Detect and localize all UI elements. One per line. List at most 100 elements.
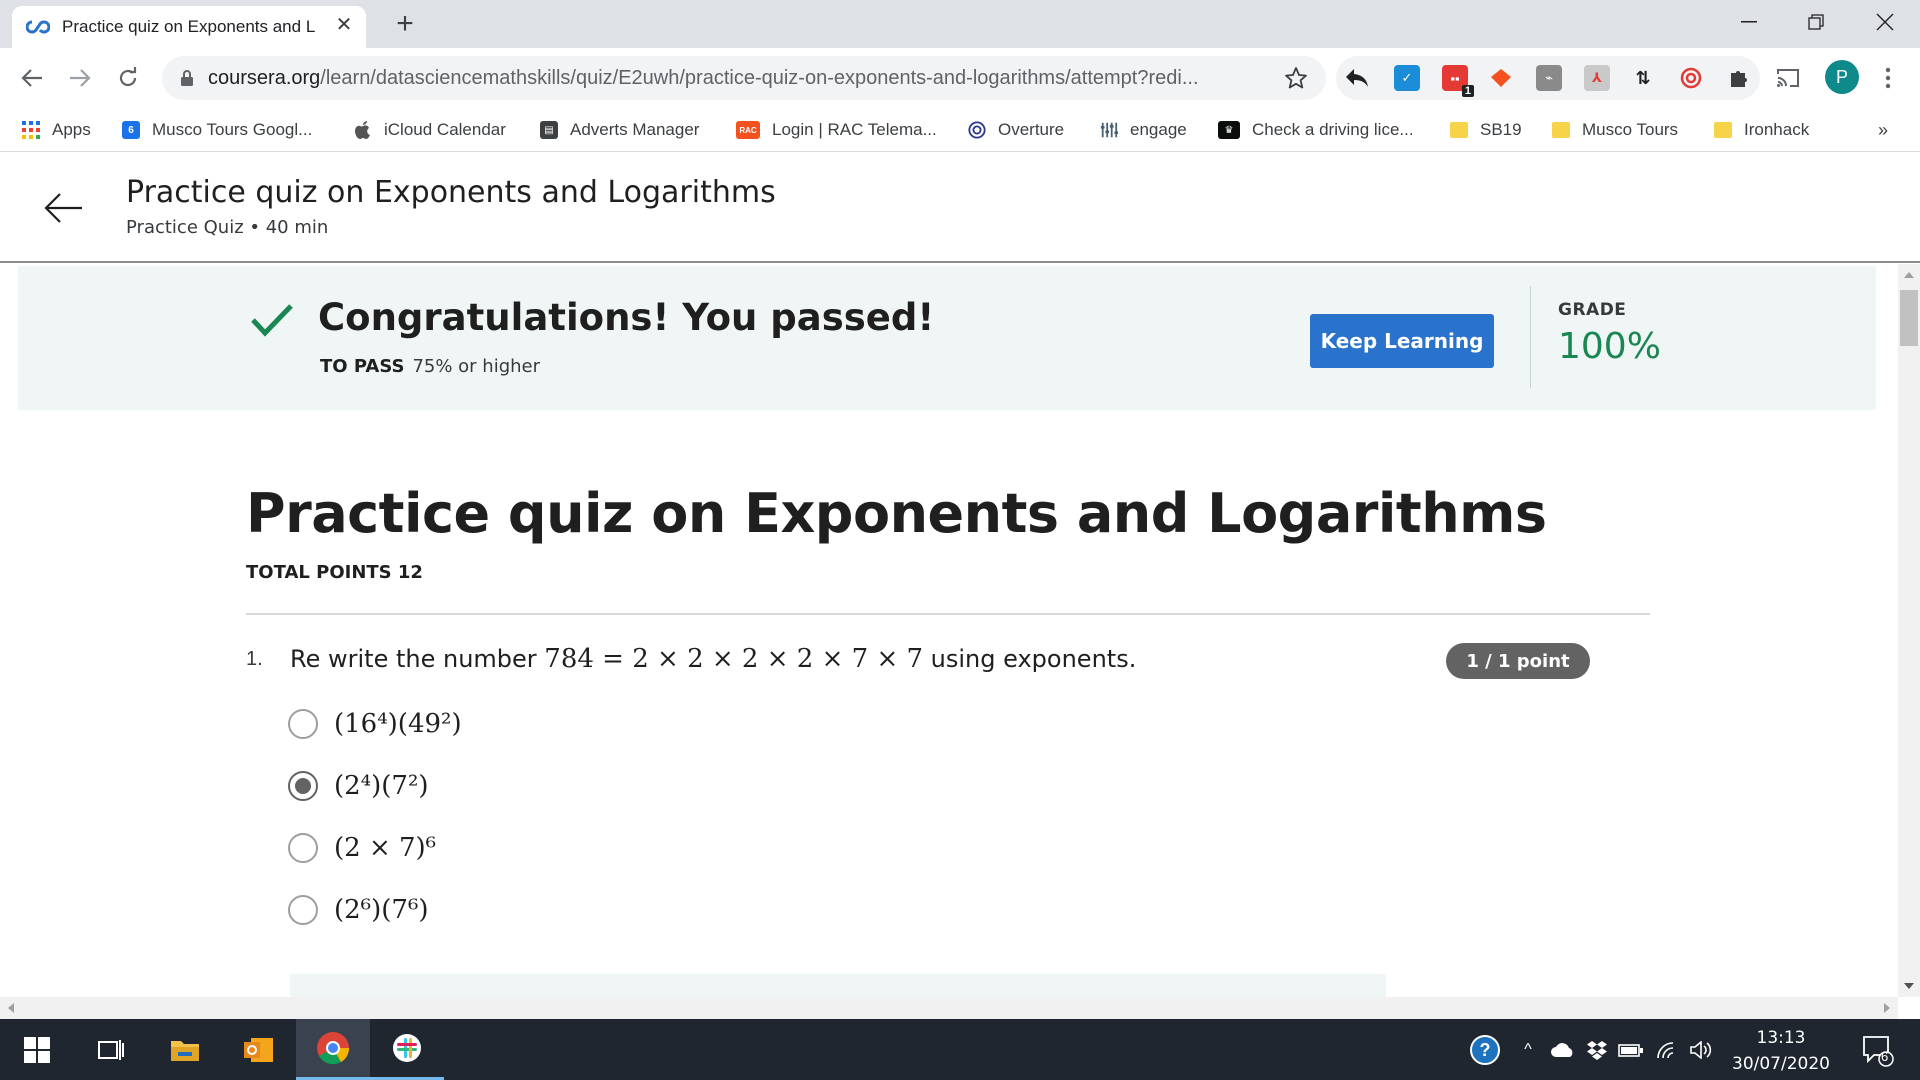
calendar-badge: 6 bbox=[128, 124, 134, 136]
outlook-icon[interactable] bbox=[222, 1019, 296, 1080]
back-icon[interactable] bbox=[12, 58, 52, 98]
bookmark-overture[interactable]: Overture bbox=[968, 116, 1064, 144]
back-arrow-icon[interactable] bbox=[40, 183, 90, 233]
svg-text:?: ? bbox=[1480, 1040, 1491, 1060]
new-tab-icon[interactable]: + bbox=[390, 9, 420, 40]
quiz-title: Practice quiz on Exponents and Logarithm… bbox=[246, 482, 1547, 545]
bookmark-folder-ironhack[interactable]: Ironhack bbox=[1714, 116, 1809, 144]
radio-button[interactable] bbox=[288, 895, 318, 925]
slack-icon[interactable] bbox=[370, 1019, 444, 1080]
bookmark-folder-sb19[interactable]: SB19 bbox=[1450, 116, 1522, 144]
question-text: Re write the number 784 = 2 × 2 × 2 × 2 … bbox=[290, 644, 1137, 674]
engage-icon bbox=[1100, 121, 1118, 139]
bookmark-icloud[interactable]: iCloud Calendar bbox=[354, 116, 506, 144]
to-pass-info: TO PASS 75% or higher bbox=[320, 356, 540, 377]
result-banner: Congratulations! You passed! TO PASS 75% … bbox=[18, 266, 1876, 410]
grade-label: GRADE bbox=[1558, 300, 1627, 320]
rac-icon: RAC bbox=[736, 121, 760, 139]
scroll-left-icon[interactable] bbox=[8, 1003, 14, 1013]
chrome-taskbar-icon[interactable] bbox=[296, 1019, 370, 1080]
lock-icon bbox=[180, 69, 194, 87]
tab-title: Practice quiz on Exponents and L bbox=[62, 17, 316, 36]
pdf-icon[interactable]: ⅄ bbox=[1584, 65, 1610, 91]
radio-button[interactable] bbox=[288, 833, 318, 863]
minimize-icon[interactable] bbox=[1714, 0, 1784, 44]
bookmark-folder-musco-tours[interactable]: Musco Tours bbox=[1552, 116, 1678, 144]
answer-option[interactable]: (2 × 7)⁶ bbox=[288, 828, 436, 868]
bookmark-engage[interactable]: engage bbox=[1100, 116, 1187, 144]
radio-button-selected[interactable] bbox=[288, 771, 318, 801]
google-calendar-icon: 6 bbox=[122, 121, 140, 139]
keep-learning-button[interactable]: Keep Learning bbox=[1310, 314, 1494, 368]
hubspot-icon[interactable]: ⌁ bbox=[1536, 65, 1562, 91]
help-icon[interactable]: ? bbox=[1468, 1019, 1502, 1080]
answer-option[interactable]: (2⁶)(7⁶) bbox=[288, 890, 429, 930]
tab-close-icon[interactable]: ✕ bbox=[332, 12, 356, 36]
scroll-up-icon[interactable] bbox=[1904, 272, 1914, 278]
bookmarks-bar: Apps 6 Musco Tours Googl... iCloud Calen… bbox=[0, 108, 1920, 152]
to-pass-label: TO PASS bbox=[320, 356, 405, 377]
chevron-up-icon[interactable]: ^ bbox=[1514, 1019, 1542, 1080]
menu-dots-icon[interactable] bbox=[1868, 58, 1908, 98]
notifications-icon[interactable]: 6 bbox=[1852, 1019, 1902, 1080]
windows-taskbar: ? ^ 13:13 30/07/2020 6 bbox=[0, 1019, 1920, 1080]
vertical-scrollbar[interactable] bbox=[1898, 264, 1920, 997]
reply-arrow-icon[interactable] bbox=[1344, 65, 1370, 91]
scroll-down-icon[interactable] bbox=[1904, 983, 1914, 989]
bookmark-musco-google[interactable]: 6 Musco Tours Googl... bbox=[122, 116, 312, 144]
extensions-puzzle-icon[interactable] bbox=[1726, 65, 1752, 91]
cast-icon[interactable] bbox=[1768, 58, 1808, 98]
bookmark-rac[interactable]: RAC Login | RAC Telema... bbox=[736, 116, 937, 144]
ext-badge: 1 bbox=[1461, 85, 1474, 97]
dropbox-icon[interactable] bbox=[1582, 1019, 1612, 1080]
profile-avatar[interactable]: P bbox=[1825, 60, 1859, 94]
fox-icon[interactable] bbox=[1488, 65, 1514, 91]
wifi-icon[interactable] bbox=[1652, 1019, 1682, 1080]
radio-button[interactable] bbox=[288, 709, 318, 739]
close-window-icon[interactable] bbox=[1850, 0, 1920, 44]
folder-icon bbox=[1450, 122, 1468, 138]
forward-icon[interactable] bbox=[60, 58, 100, 98]
section-divider bbox=[246, 613, 1650, 615]
checkmark-icon bbox=[250, 302, 294, 338]
bookmark-adverts-manager[interactable]: ▤ Adverts Manager bbox=[540, 116, 699, 144]
sort-icon[interactable]: ⇅ bbox=[1630, 65, 1656, 91]
apple-icon bbox=[354, 121, 372, 139]
course-header: Practice quiz on Exponents and Logarithm… bbox=[0, 153, 1920, 263]
bookmark-driving-licence[interactable]: ♛ Check a driving lice... bbox=[1218, 116, 1414, 144]
calendar-ext-icon[interactable]: ▪▪ 1 bbox=[1442, 65, 1474, 97]
answer-option[interactable]: (16⁴)(49²) bbox=[288, 704, 462, 744]
bookmark-apps[interactable]: Apps bbox=[22, 116, 91, 144]
restore-icon[interactable] bbox=[1781, 0, 1851, 44]
url-text: coursera.org/learn/datasciencemathskills… bbox=[208, 66, 1199, 89]
bookmarks-overflow-icon[interactable]: » bbox=[1878, 116, 1888, 144]
scrollbar-thumb[interactable] bbox=[1900, 290, 1918, 346]
overture-icon bbox=[968, 121, 986, 139]
to-pass-value: 75% or higher bbox=[412, 356, 541, 377]
question-math: 784 = 2 × 2 × 2 × 2 × 7 × 7 bbox=[544, 644, 924, 674]
browser-tab[interactable]: Practice quiz on Exponents and L bbox=[12, 6, 366, 48]
scroll-right-icon[interactable] bbox=[1884, 1003, 1890, 1013]
grade-value: 100% bbox=[1558, 326, 1661, 367]
folder-icon bbox=[1714, 122, 1732, 138]
clock-date: 30/07/2020 bbox=[1732, 1054, 1830, 1074]
address-bar[interactable]: coursera.org/learn/datasciencemathskills… bbox=[162, 56, 1326, 100]
coursera-favicon-icon bbox=[26, 20, 50, 34]
spiral-icon[interactable] bbox=[1678, 65, 1704, 91]
system-clock[interactable]: 13:13 30/07/2020 bbox=[1720, 1025, 1842, 1077]
page-title: Practice quiz on Exponents and Logarithm… bbox=[126, 175, 776, 210]
volume-icon[interactable] bbox=[1686, 1019, 1716, 1080]
horizontal-scrollbar[interactable] bbox=[0, 997, 1898, 1019]
windows-start-icon[interactable] bbox=[0, 1019, 74, 1080]
bookmark-star-icon[interactable] bbox=[1284, 66, 1308, 90]
adverts-manager-icon: ▤ bbox=[540, 121, 558, 139]
apps-grid-icon bbox=[22, 121, 40, 139]
answer-option-selected[interactable]: (2⁴)(7²) bbox=[288, 766, 429, 806]
battery-icon[interactable] bbox=[1616, 1019, 1646, 1080]
total-points: TOTAL POINTS 12 bbox=[246, 562, 423, 583]
onedrive-cloud-icon[interactable] bbox=[1548, 1019, 1578, 1080]
file-explorer-icon[interactable] bbox=[148, 1019, 222, 1080]
task-check-icon[interactable]: ✓ bbox=[1394, 65, 1420, 91]
task-view-icon[interactable] bbox=[74, 1019, 148, 1080]
reload-icon[interactable] bbox=[108, 58, 148, 98]
